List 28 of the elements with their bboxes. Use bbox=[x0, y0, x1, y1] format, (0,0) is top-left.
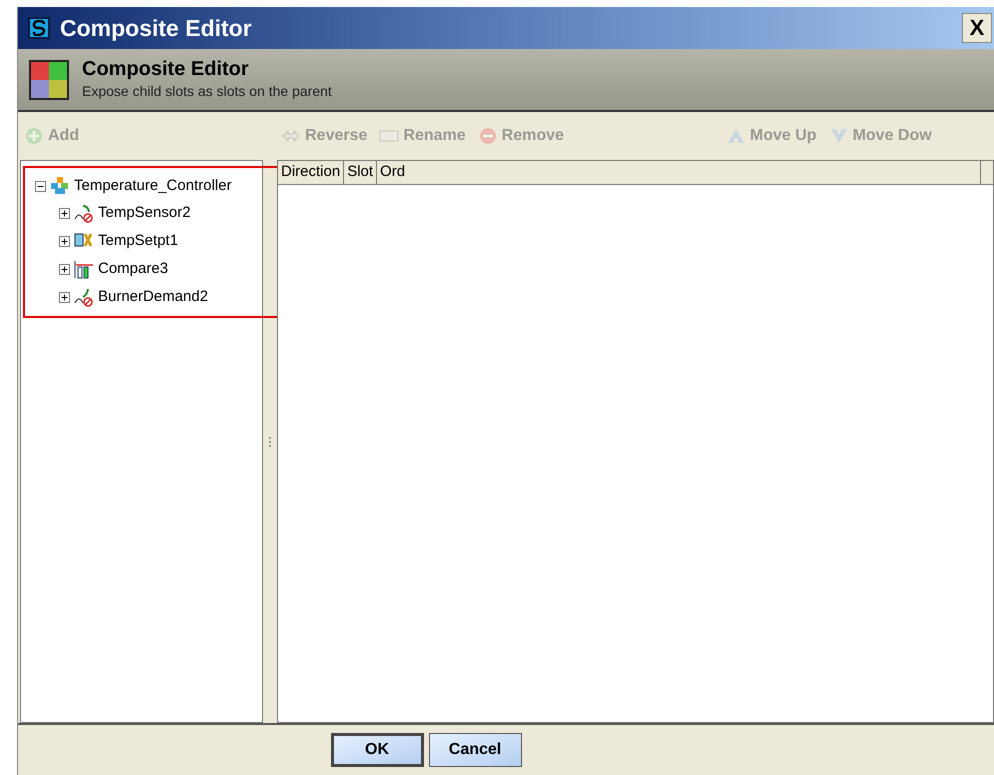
header-title: Composite Editor bbox=[82, 57, 250, 81]
expand-icon[interactable] bbox=[59, 292, 70, 302]
column-header[interactable]: Direction bbox=[278, 161, 344, 184]
tree-item[interactable]: Temperature_Controller bbox=[74, 174, 232, 198]
tree-item[interactable]: Compare3 bbox=[98, 258, 168, 280]
app-logo-icon bbox=[28, 17, 50, 39]
blocks-icon bbox=[49, 176, 71, 196]
plus-circle-icon bbox=[24, 126, 44, 146]
puzzle-icon bbox=[28, 58, 70, 100]
header-subtitle: Expose child slots as slots on the parent bbox=[82, 82, 332, 101]
column-header[interactable]: Ord bbox=[377, 161, 981, 184]
tree-item[interactable]: TempSensor2 bbox=[98, 202, 191, 224]
splitter-handle-icon[interactable] bbox=[269, 436, 271, 448]
column-header[interactable]: Slot bbox=[344, 161, 378, 184]
expand-icon[interactable] bbox=[59, 264, 70, 274]
bars-icon bbox=[73, 259, 95, 279]
minus-circle-icon bbox=[478, 126, 498, 146]
sensor-icon bbox=[73, 203, 95, 223]
tree-item[interactable]: TempSetpt1 bbox=[98, 230, 178, 252]
dialog-button[interactable]: OK bbox=[330, 733, 424, 767]
tree-item[interactable]: BurnerDemand2 bbox=[98, 286, 208, 308]
dialog-button[interactable]: Cancel bbox=[428, 733, 522, 767]
close-button[interactable]: X bbox=[962, 13, 992, 43]
sensor-icon bbox=[73, 287, 95, 307]
window-title: Composite Editor bbox=[60, 14, 252, 43]
expand-icon[interactable] bbox=[59, 208, 70, 218]
collapse-icon[interactable] bbox=[35, 180, 46, 192]
expand-icon[interactable] bbox=[59, 236, 70, 246]
